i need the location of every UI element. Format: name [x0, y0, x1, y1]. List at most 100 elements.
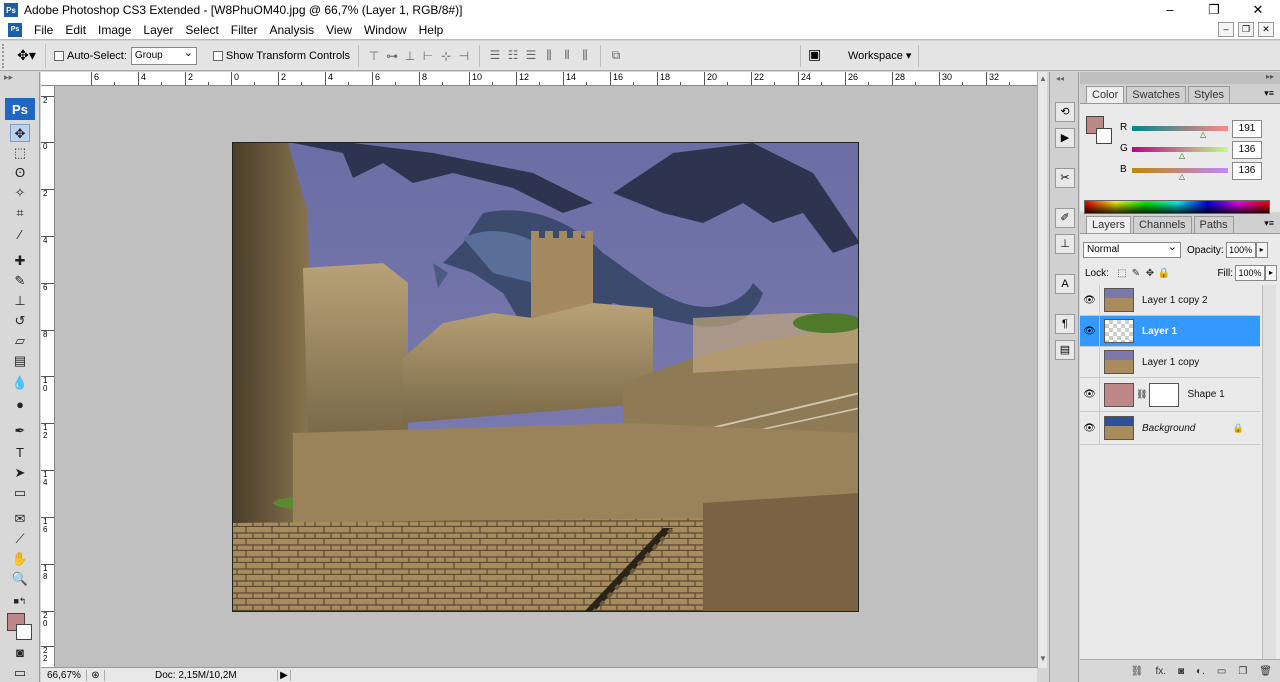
show-transform-checkbox[interactable]: [212, 50, 223, 61]
tool-presets-panel-icon[interactable]: ✂: [1055, 168, 1075, 188]
notes-tool-icon[interactable]: ✉: [10, 510, 30, 528]
brushes-panel-icon[interactable]: ✐: [1055, 208, 1075, 228]
strip-collapse-icon[interactable]: ◂◂: [1056, 74, 1064, 83]
distribute-right-icon[interactable]: ⫼: [578, 48, 592, 63]
layer-row[interactable]: 👁 ⛓ Shape 1: [1080, 377, 1260, 412]
menu-help[interactable]: Help: [413, 23, 450, 37]
opacity-input[interactable]: 100%: [1225, 242, 1256, 258]
slice-tool-icon[interactable]: ⁄: [10, 226, 30, 244]
quick-mask-icon[interactable]: ◙: [10, 644, 30, 662]
history-panel-icon[interactable]: ⟲: [1055, 102, 1075, 122]
document-canvas[interactable]: [232, 142, 859, 612]
visibility-eye-icon[interactable]: 👁: [1080, 284, 1100, 316]
visibility-eye-icon[interactable]: 👁: [1080, 377, 1100, 412]
pen-tool-icon[interactable]: ✒: [10, 422, 30, 440]
fill-slider-toggle[interactable]: ▸: [1265, 265, 1277, 281]
brush-tool-icon[interactable]: ✎: [10, 272, 30, 290]
blue-value-input[interactable]: 136: [1232, 162, 1262, 180]
menu-edit[interactable]: Edit: [59, 23, 92, 37]
dodge-tool-icon[interactable]: ●: [10, 396, 30, 414]
zoom-tool-icon[interactable]: 🔍: [10, 570, 30, 588]
red-slider-thumb[interactable]: △: [1200, 130, 1206, 139]
move-tool-icon[interactable]: ✥: [10, 124, 30, 142]
doc-minimize-button[interactable]: –: [1218, 22, 1234, 37]
distribute-bottom-icon[interactable]: ☰: [524, 48, 538, 63]
visibility-eye-icon[interactable]: 👁: [1080, 411, 1100, 445]
eraser-tool-icon[interactable]: ▱: [10, 332, 30, 350]
distribute-vcenter-icon[interactable]: ☷: [506, 48, 520, 63]
status-icon[interactable]: ⊛: [87, 669, 105, 681]
layers-scrollbar[interactable]: [1262, 285, 1276, 659]
status-menu-arrow[interactable]: ▶: [277, 669, 291, 681]
tab-channels[interactable]: Channels: [1133, 216, 1192, 233]
gradient-tool-icon[interactable]: ▤: [10, 352, 30, 370]
link-chain-icon[interactable]: ⛓: [1136, 389, 1147, 400]
eyedropper-tool-icon[interactable]: ⟋: [10, 530, 30, 548]
auto-select-checkbox[interactable]: [54, 50, 64, 61]
layers-panel-menu-icon[interactable]: ▾≡: [1264, 218, 1274, 229]
layer-style-icon[interactable]: fx.: [1155, 666, 1166, 677]
lock-image-icon[interactable]: ✎: [1129, 268, 1143, 279]
vertical-ruler[interactable]: 2 0 2 4 6 8 1 0 1 2 1 4 1 6 1 8 2 0 2 2: [41, 86, 55, 668]
new-group-icon[interactable]: ▭: [1217, 666, 1226, 677]
auto-align-layers-icon[interactable]: ⧉: [609, 48, 623, 63]
menu-window[interactable]: Window: [358, 23, 413, 37]
background-color-box[interactable]: [1096, 128, 1112, 144]
align-right-icon[interactable]: ⊣: [457, 49, 471, 63]
opacity-slider-toggle[interactable]: ▸: [1255, 242, 1268, 258]
move-tool-preset-picker[interactable]: ✥▾: [8, 43, 46, 68]
horizontal-ruler[interactable]: 6 4 2 0 2 4 6 8 10 12 14 16 18 20 22 24 …: [41, 72, 1037, 86]
align-hcenter-icon[interactable]: ⊹: [439, 49, 453, 63]
green-slider-thumb[interactable]: △: [1179, 151, 1185, 160]
tab-color[interactable]: Color: [1086, 86, 1125, 103]
blur-tool-icon[interactable]: 💧: [10, 374, 30, 392]
menu-view[interactable]: View: [320, 23, 358, 37]
add-mask-icon[interactable]: ◙: [1178, 666, 1184, 677]
background-color-swatch[interactable]: [16, 624, 32, 640]
align-left-icon[interactable]: ⊢: [421, 49, 435, 63]
crop-tool-icon[interactable]: ⌗: [10, 204, 30, 222]
tab-styles[interactable]: Styles: [1188, 86, 1230, 103]
layer-row[interactable]: 👁 Background 🔒: [1080, 411, 1260, 445]
toolbox-header[interactable]: ▸▸: [0, 72, 39, 90]
lock-transparent-icon[interactable]: ⬚: [1115, 268, 1129, 279]
fill-input[interactable]: 100%: [1235, 265, 1265, 281]
photoshop-badge[interactable]: Ps: [5, 98, 35, 120]
layer-comps-panel-icon[interactable]: ▤: [1055, 340, 1075, 360]
scroll-up-icon[interactable]: ▲: [1039, 74, 1047, 83]
paragraph-panel-icon[interactable]: ¶: [1055, 314, 1075, 334]
canvas-vertical-scrollbar[interactable]: ▲ ▼: [1037, 72, 1047, 668]
menu-select[interactable]: Select: [179, 23, 224, 37]
delete-layer-icon[interactable]: 🗑: [1259, 666, 1272, 677]
blend-mode-dropdown[interactable]: Normal: [1083, 240, 1181, 258]
close-button[interactable]: ✕: [1236, 0, 1280, 20]
layer-row[interactable]: Layer 1 copy: [1080, 346, 1260, 378]
zoom-level[interactable]: 66,67%: [41, 669, 87, 681]
menu-filter[interactable]: Filter: [225, 23, 264, 37]
link-layers-icon[interactable]: ⛓: [1131, 666, 1144, 677]
lock-position-icon[interactable]: ✥: [1143, 268, 1157, 279]
path-selection-tool-icon[interactable]: ➤: [10, 464, 30, 482]
clone-stamp-tool-icon[interactable]: ⊥: [10, 292, 30, 310]
character-panel-icon[interactable]: A: [1055, 274, 1075, 294]
new-layer-icon[interactable]: ❐: [1238, 666, 1247, 677]
scroll-down-icon[interactable]: ▼: [1039, 654, 1047, 663]
lasso-tool-icon[interactable]: ʘ: [10, 164, 30, 182]
doc-restore-button[interactable]: ❐: [1238, 22, 1254, 37]
healing-brush-tool-icon[interactable]: ✚: [10, 252, 30, 270]
type-tool-icon[interactable]: T: [10, 444, 30, 462]
workspace-menu[interactable]: Workspace ▾: [848, 49, 911, 62]
visibility-toggle-empty[interactable]: [1080, 346, 1100, 378]
distribute-top-icon[interactable]: ☰: [488, 48, 502, 63]
vector-mask-thumbnail[interactable]: [1149, 382, 1180, 407]
tab-layers[interactable]: Layers: [1086, 216, 1132, 233]
layer-row[interactable]: 👁 Layer 1 copy 2: [1080, 284, 1260, 316]
bridge-icon[interactable]: ▣: [808, 46, 821, 63]
history-brush-tool-icon[interactable]: ↺: [10, 312, 30, 330]
hand-tool-icon[interactable]: ✋: [10, 550, 30, 568]
swap-colors-icon[interactable]: ■↰: [10, 592, 30, 610]
panel-menu-icon[interactable]: ▾≡: [1264, 88, 1274, 99]
color-spectrum-bar[interactable]: [1084, 200, 1270, 214]
panel-dock-header[interactable]: ▸▸: [1080, 72, 1280, 84]
tab-swatches[interactable]: Swatches: [1126, 86, 1186, 103]
